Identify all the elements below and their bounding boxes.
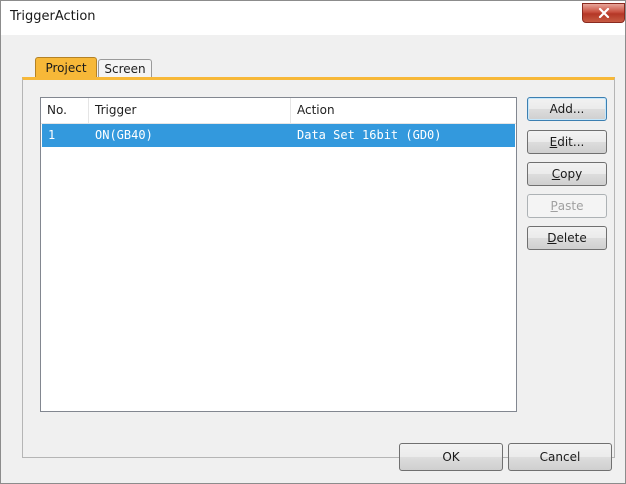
title-bar: TriggerAction (1, 1, 625, 35)
ok-button[interactable]: OK (399, 443, 503, 471)
column-header-trigger[interactable]: Trigger (89, 98, 291, 123)
paste-mnemonic: P (550, 199, 558, 213)
list-row[interactable]: 1 ON(GB40) Data Set 16bit (GD0) (42, 124, 515, 147)
paste-button-label: aste (557, 199, 584, 213)
delete-button[interactable]: Delete (527, 226, 607, 250)
cancel-button-label: Cancel (539, 450, 581, 464)
copy-mnemonic: C (551, 167, 561, 181)
cancel-button[interactable]: Cancel (508, 443, 612, 471)
delete-mnemonic: D (547, 231, 557, 245)
close-button[interactable] (582, 3, 625, 23)
edit-mnemonic: E (549, 135, 558, 149)
add-button-label: Add... (549, 102, 585, 116)
window-title: TriggerAction (10, 9, 96, 24)
row-action: Data Set 16bit (GD0) (297, 128, 442, 142)
column-header-no[interactable]: No. (41, 98, 89, 123)
edit-button-label: dit... (557, 135, 585, 149)
row-trigger: ON(GB40) (95, 128, 153, 142)
row-no: 1 (48, 128, 56, 142)
close-icon (598, 8, 609, 18)
tab-project[interactable]: Project (35, 57, 97, 77)
trigger-action-dialog: TriggerAction Project Screen No. Trigger… (0, 0, 626, 484)
copy-button-label: opy (560, 167, 583, 181)
paste-button[interactable]: Paste (527, 194, 607, 218)
project-tab-panel: No. Trigger Action 1 ON(GB40) Data Set 1… (22, 77, 615, 458)
add-button[interactable]: Add... (527, 97, 607, 121)
trigger-action-list[interactable]: No. Trigger Action 1 ON(GB40) Data Set 1… (40, 97, 517, 412)
delete-button-label: elete (556, 231, 587, 245)
dialog-body: Project Screen No. Trigger Action 1 ON(G… (1, 35, 625, 483)
edit-button[interactable]: Edit... (527, 130, 607, 154)
tab-project-label: Project (45, 60, 87, 75)
list-header: No. Trigger Action (41, 98, 516, 124)
copy-button[interactable]: Copy (527, 162, 607, 186)
ok-button-label: OK (442, 450, 460, 464)
tab-screen-label: Screen (104, 61, 146, 76)
column-header-action[interactable]: Action (291, 98, 516, 123)
tab-screen[interactable]: Screen (98, 59, 152, 77)
